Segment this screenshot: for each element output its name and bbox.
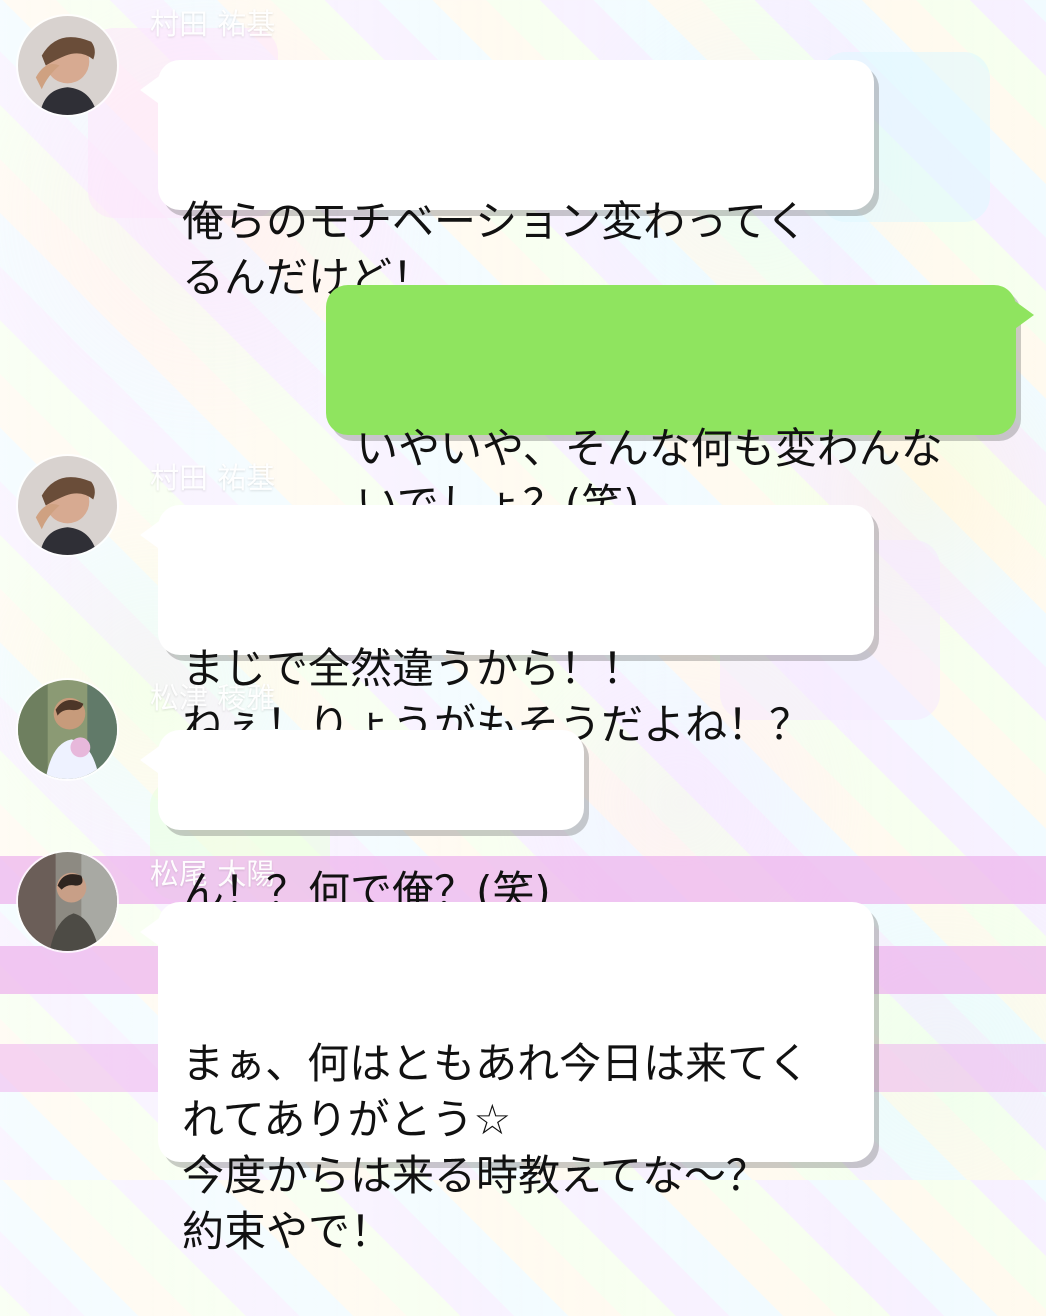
profile-photo-icon <box>18 16 117 115</box>
incoming-message-bubble[interactable]: ん！？何で俺？(笑) <box>140 730 584 916</box>
contact-avatar[interactable] <box>16 14 119 117</box>
contact-avatar[interactable] <box>16 454 119 557</box>
incoming-message-bubble[interactable]: まぁ、何はともあれ今日は来てく れてありがとう☆ 今度からは来る時教えてな〜？ … <box>140 902 874 1256</box>
message-text: まぁ、何はともあれ今日は来てく れてありがとう☆ 今度からは来る時教えてな〜？ … <box>182 1039 810 1256</box>
sender-name: 村田 祐基 <box>150 7 276 41</box>
bubble-tail <box>140 519 162 551</box>
bubble-tail <box>140 916 162 948</box>
profile-photo-icon <box>18 456 117 555</box>
contact-avatar[interactable] <box>16 678 119 781</box>
bubble-tail <box>140 744 162 776</box>
outgoing-message-bubble[interactable]: いやいや、そんな何も変わんな いでしょ？(笑) <box>326 285 1034 529</box>
contact-avatar[interactable] <box>16 850 119 953</box>
sender-name: 村田 祐基 <box>150 461 276 495</box>
bubble-tail <box>1012 299 1034 331</box>
incoming-message-bubble[interactable]: まじで全然違うから！！ ねぇ！りょうがもそうだよね！？ <box>140 505 874 749</box>
profile-photo-icon <box>18 680 117 779</box>
incoming-message-bubble[interactable]: 俺らのモチベーション変わってく るんだけど！ <box>140 60 874 302</box>
profile-photo-icon <box>18 852 117 951</box>
bubble-tail <box>140 74 162 106</box>
